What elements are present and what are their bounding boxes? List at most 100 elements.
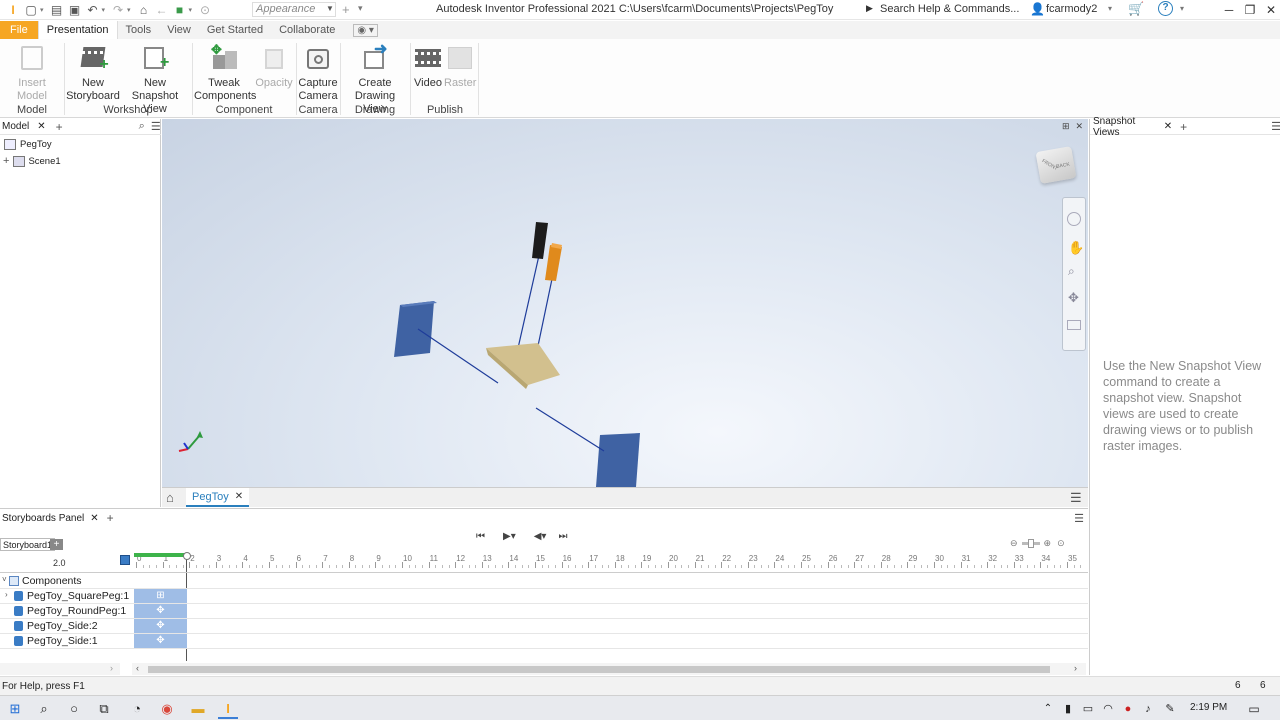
tree-item-root[interactable]: PegToy [4,139,52,150]
tweak-action-bar[interactable]: ⊞ [134,589,187,603]
action-center-icon[interactable]: ▭ [1244,699,1264,719]
tweak-action-bar[interactable]: ✥ [134,634,187,648]
graphics-viewport[interactable]: FRONT BACK ✋ ⌕ ✥ ⊞ ✕ [162,119,1088,487]
maximize-icon[interactable]: ⊞ [1062,121,1070,132]
tweak-action-bar[interactable]: ✥ [134,604,187,618]
tab-storyboards-panel[interactable]: Storyboards Panel [2,513,84,524]
volume-icon[interactable]: ♪ [1138,699,1158,719]
tab-snapshot-views[interactable]: Snapshot Views [1093,116,1158,138]
close-icon[interactable]: ✕ [1076,121,1084,132]
search-icon[interactable]: ⌕ [139,120,145,133]
orbit-icon[interactable]: ✥ [1068,290,1079,306]
document-tab-pegtoy[interactable]: PegToy ✕ [186,488,250,507]
chevron-right-icon[interactable]: › [1074,663,1077,673]
tab-collaborate[interactable]: Collaborate [271,21,343,39]
new-file-icon[interactable]: ▢ [24,3,38,17]
cart-icon[interactable]: 🛒 [1128,1,1144,17]
playhead-handle[interactable] [183,552,191,560]
add-icon[interactable]: + [342,2,350,17]
cortana-icon[interactable]: ○ [64,699,84,719]
update-icon[interactable]: ■ [173,3,187,17]
back-icon[interactable]: ← [155,3,169,17]
chevron-left-icon[interactable]: ‹ [136,663,139,673]
user-name[interactable]: fcarmody2 [1046,3,1097,15]
close-icon[interactable]: ✕ [235,488,243,506]
chevron-up-icon[interactable]: ⌃ [1038,699,1058,719]
redo-icon[interactable]: ↷ [111,3,125,17]
search-icon[interactable]: ⌕ [34,699,54,719]
publish-video-button[interactable]: Video [412,43,444,90]
track-row-components[interactable]: ˅ Components [0,574,1088,589]
inventor-logo-icon[interactable]: I [6,3,20,17]
capture-camera-button[interactable]: Capture Camera [298,43,338,103]
tab-tools[interactable]: Tools [118,21,160,39]
pan-icon[interactable]: ✋ [1068,240,1084,256]
user-dropdown-icon[interactable]: ▾ [1108,4,1112,13]
tweak-action-bar[interactable]: ✥ [134,619,187,633]
select-icon[interactable]: ⊙ [198,3,212,17]
home-icon[interactable]: ⌂ [137,3,151,17]
track-row[interactable]: › PegToy_SquarePeg:1 ⊞ [0,589,1088,604]
scrollbar-thumb[interactable] [148,666,1050,673]
add-storyboard-icon[interactable]: + [50,539,63,550]
snapshot-marker-icon[interactable] [120,555,130,565]
collapse-icon[interactable]: ˅ [2,575,7,584]
tab-file[interactable]: File [0,21,38,39]
tab-presentation[interactable]: Presentation [37,21,118,39]
publish-raster-button[interactable]: Raster [444,43,476,90]
timeline-ruler[interactable]: 0 1 2 3 4 5 6 7 8 9 10 11 12 13 14 15 16 17 18 19 20 21 22 23 24… [120,509,1088,573]
menu-icon[interactable]: ☰ [1070,490,1082,506]
battery-icon[interactable]: ▭ [1078,699,1098,719]
update-dropdown-icon[interactable]: ▾ [189,6,193,14]
home-icon[interactable]: ⌂ [166,490,174,505]
help-dropdown-icon[interactable]: ▾ [1180,4,1184,13]
undo-dropdown-icon[interactable]: ▾ [102,6,106,14]
storyboard-tab[interactable]: Storyboard1 [0,538,56,551]
minimize-button[interactable]: ─ [1218,0,1240,20]
close-icon[interactable]: ✕ [1164,121,1172,132]
search-commands-input[interactable]: Search Help & Commands... [876,2,1024,18]
close-icon[interactable]: ✕ [37,121,45,132]
tab-model[interactable]: Model [2,121,29,132]
help-icon[interactable]: ? [1158,1,1173,16]
expand-icon[interactable]: › [5,590,8,599]
current-time[interactable]: 2.0 [53,558,66,568]
add-tab-icon[interactable]: + [1180,120,1187,134]
track-row[interactable]: PegToy_Side:2 ✥ [0,619,1088,634]
tab-get-started[interactable]: Get Started [199,21,271,39]
new-storyboard-button[interactable]: + New Storyboard [66,43,120,103]
steering-wheel-icon[interactable] [1067,212,1081,226]
close-icon[interactable]: ✕ [90,513,98,524]
windows-start-icon[interactable]: ⊞ [5,699,25,719]
tree-item-scene[interactable]: + Scene1 [3,155,61,167]
expand-icon[interactable]: + [3,155,9,167]
new-dropdown-icon[interactable]: ▾ [40,6,44,14]
chevron-right-icon[interactable]: › [110,663,113,673]
user-icon[interactable]: 👤 [1030,2,1045,16]
zoom-icon[interactable]: ⌕ [1068,264,1075,279]
appearance-combo[interactable]: Appearance [252,2,336,17]
task-view-icon[interactable]: ⧉ [94,699,114,719]
appearance-dropdown-icon[interactable]: ▼ [326,4,334,13]
menu-icon[interactable]: ☰ [151,120,161,133]
taskbar-clock[interactable]: 2:19 PM [1190,702,1227,713]
opacity-button[interactable]: Opacity [254,43,294,90]
chevron-right-icon[interactable]: ▶ [866,3,873,14]
open-folder-icon[interactable]: ▤ [50,3,64,17]
timeline-scrollbar[interactable]: ‹ › [132,663,1086,675]
save-icon[interactable]: ▣ [68,3,82,17]
tab-view[interactable]: View [159,21,199,39]
viewcube[interactable]: FRONT BACK [1035,146,1077,184]
file-explorer-icon[interactable]: ▬ [188,699,208,719]
close-window-button[interactable]: ✕ [1260,0,1280,20]
chrome-icon[interactable]: ◉ [157,699,177,719]
onedrive-icon[interactable]: ◔ [127,699,147,719]
inventor-taskbar-icon[interactable]: I [218,699,238,719]
menu-icon[interactable]: ☰ [1271,120,1280,133]
wifi-icon[interactable]: ◠ [1098,699,1118,719]
usb-icon[interactable]: ▮ [1058,699,1078,719]
customize-dropdown-icon[interactable]: ▾ [358,3,363,14]
add-tab-icon[interactable]: + [56,120,63,134]
ribbon-options-icon[interactable]: ◉ ▾ [353,23,378,37]
notification-app-icon[interactable]: ● [1118,699,1138,719]
